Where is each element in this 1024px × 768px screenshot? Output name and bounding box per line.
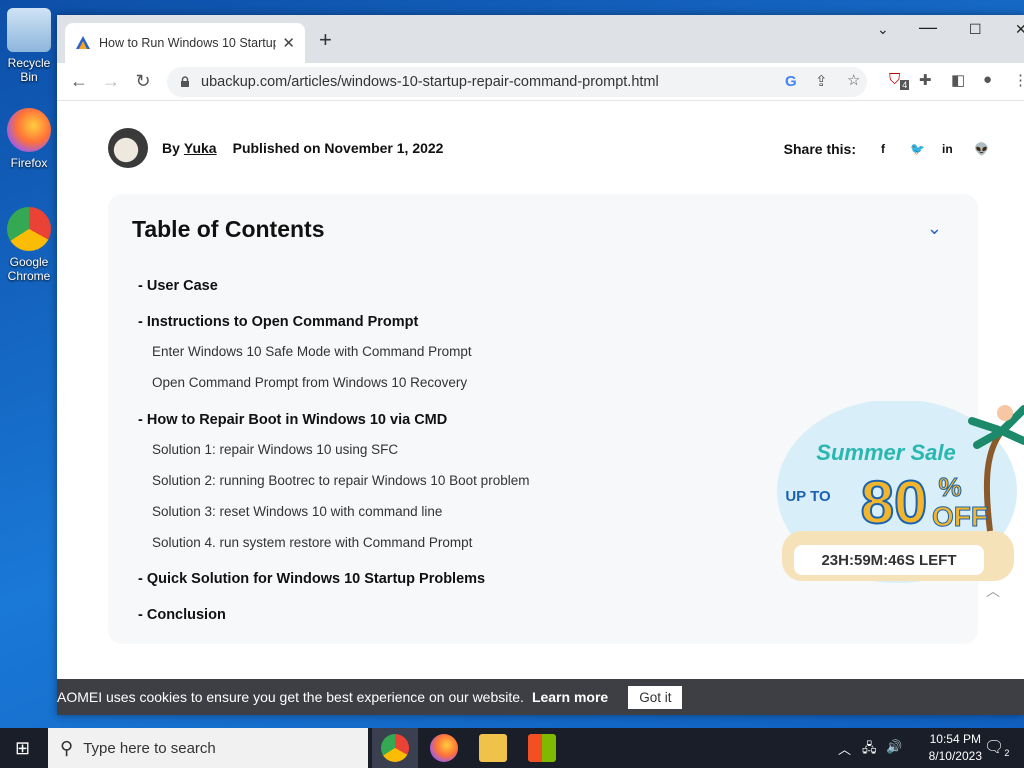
cookie-banner: AOMEI uses cookies to ensure you get the… [57,679,1024,715]
banner-discount: 80 [861,469,928,536]
chevron-down-icon[interactable]: ⌄ [927,218,942,239]
facebook-icon[interactable]: f [878,142,888,156]
recycle-bin-icon [7,8,51,52]
ublock-extension-icon[interactable]: ⛉ 4 [889,71,910,90]
maximize-icon[interactable]: ☐ [969,21,982,38]
google-lens-icon[interactable]: G [785,73,797,90]
tab-title: How to Run Windows 10 Startup [99,36,277,50]
tab-active[interactable]: How to Run Windows 10 Startup ✕ [65,23,305,63]
toc-title: Table of Contents [132,216,325,242]
toc-link[interactable]: Conclusion [147,607,231,623]
back-to-top-icon[interactable]: ︿ [986,581,1000,601]
share-page-icon[interactable]: ⇪ [815,72,828,90]
toc-link[interactable]: Solution 1: repair Windows 10 using SFC [152,442,398,457]
toc-link[interactable]: User Case [147,278,218,294]
back-icon[interactable]: ← [63,71,95,92]
bookmark-star-icon[interactable]: ☆ [847,71,860,89]
toc-link[interactable]: Solution 3: reset Windows 10 with comman… [152,504,442,519]
by-label: By [162,140,180,156]
reddit-icon[interactable]: 👽 [974,142,989,156]
close-tab-icon[interactable]: ✕ [282,34,295,52]
reload-icon[interactable]: ↻ [127,71,159,92]
toc-link[interactable]: Solution 4. run system restore with Comm… [152,535,472,550]
summer-sale-banner[interactable]: Summer Sale UP TO 80 % OFF 23H:59M:46S L… [762,399,1024,601]
desktop-icon-firefox[interactable]: Firefox [0,108,58,170]
author-avatar [108,128,148,168]
forward-icon[interactable]: → [95,71,127,92]
desktop-icon-label: Recycle Bin [7,56,51,84]
cookie-text: AOMEI uses cookies to ensure you get the… [57,689,524,705]
toc-link[interactable]: How to Repair Boot in Windows 10 via CMD [147,412,447,428]
extension-badge: 4 [900,80,910,90]
search-placeholder: Type here to search [83,739,216,757]
toc-link[interactable]: Instructions to Open Command Prompt [147,314,418,330]
clock[interactable]: 10:54 PM 8/10/2023 [929,731,982,765]
new-tab-icon[interactable]: + [319,27,332,53]
page-content: By Yuka Published on November 1, 2022 Sh… [57,101,1024,715]
show-hidden-icons-icon[interactable]: ︿ [838,739,851,758]
twitter-icon[interactable]: 🐦 [910,142,925,156]
extensions-puzzle-icon[interactable]: ✚ [919,71,932,89]
notifications-icon[interactable]: 🗨2 [984,737,1009,758]
clock-date: 8/10/2023 [928,749,982,763]
browser-window: How to Run Windows 10 Startup ✕ + ⌄ — ☐ … [57,15,1024,715]
side-panel-icon[interactable]: ◧ [951,71,965,89]
file-explorer-icon[interactable] [479,734,507,762]
firefox-icon [7,108,51,152]
tab-search-icon[interactable]: ⌄ [877,21,889,38]
share-label: Share this: [783,141,856,157]
lock-icon [181,76,189,87]
windows-start-icon[interactable]: ⊞ [15,738,30,759]
banner-up-to: UP TO [785,488,831,505]
url-text: ubackup.com/articles/windows-10-startup-… [201,74,659,90]
address-bar[interactable]: ubackup.com/articles/windows-10-startup-… [167,67,867,97]
toc-link[interactable]: Open Command Prompt from Windows 10 Reco… [152,375,467,390]
banner-percent: % [938,472,961,502]
browser-toolbar: ← → ↻ ubackup.com/articles/windows-10-st… [57,63,1024,101]
minimize-icon[interactable]: — [919,17,937,38]
toc-link[interactable]: Quick Solution for Windows 10 Startup Pr… [147,571,485,587]
learn-more-link[interactable]: Learn more [532,689,608,705]
got-it-button[interactable]: Got it [628,685,683,709]
banner-headline: Summer Sale [816,440,955,465]
chrome-icon [7,207,51,251]
linkedin-icon[interactable]: in [942,142,953,156]
volume-icon[interactable]: 🔊 [886,739,902,755]
desktop-icon-label: Google Chrome [7,255,51,283]
toc-link[interactable]: Solution 2: running Bootrec to repair Wi… [152,473,529,488]
firefox-taskbar-icon[interactable] [430,734,458,762]
banner-countdown: 23H:59M:46S LEFT [821,552,956,569]
author-line: By Yuka Published on November 1, 2022 [108,128,443,168]
clock-time: 10:54 PM [929,732,981,746]
aomei-favicon-icon [76,36,90,49]
published-date: Published on November 1, 2022 [232,140,444,156]
microsoft-store-icon[interactable] [528,734,556,762]
author-link[interactable]: Yuka [184,140,217,156]
profile-icon[interactable]: ● [983,71,992,88]
taskbar: ⊞ ⚲ Type here to search ︿ 🖧 🔊 10:54 PM 8… [0,728,1024,768]
banner-off: OFF [932,501,988,532]
share-bar: Share this: f 🐦 in 👽 [783,141,989,157]
taskbar-search[interactable]: ⚲ Type here to search [48,728,368,768]
desktop-icon-chrome[interactable]: Google Chrome [0,207,58,283]
desktop-icon-label: Firefox [10,156,48,170]
search-icon: ⚲ [60,737,74,758]
notification-count: 2 [1004,748,1010,759]
close-window-icon[interactable]: ✕ [1015,21,1024,38]
toc-link[interactable]: Enter Windows 10 Safe Mode with Command … [152,344,472,359]
tab-strip: How to Run Windows 10 Startup ✕ + ⌄ — ☐ … [57,15,1024,63]
menu-icon[interactable]: ⋮ [1013,71,1024,89]
desktop-icon-recycle-bin[interactable]: Recycle Bin [0,8,58,84]
network-icon[interactable]: 🖧 [862,739,877,761]
chrome-taskbar-icon[interactable] [381,734,409,762]
